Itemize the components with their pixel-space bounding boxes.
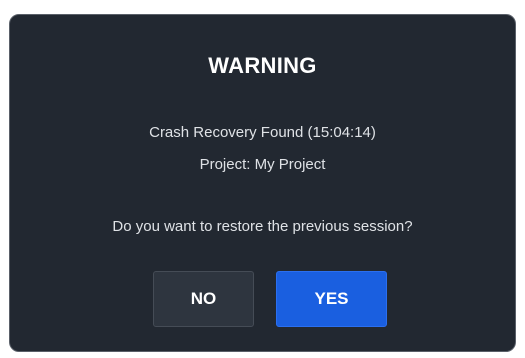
- crash-recovery-dialog: WARNING Crash Recovery Found (15:04:14) …: [9, 14, 516, 352]
- restore-question: Do you want to restore the previous sess…: [112, 218, 413, 235]
- yes-button-label: YES: [314, 289, 349, 308]
- no-button[interactable]: NO: [153, 271, 254, 327]
- no-button-label: NO: [190, 289, 217, 308]
- yes-button[interactable]: YES: [276, 271, 387, 327]
- crash-recovery-message: Crash Recovery Found (15:04:14): [149, 124, 376, 141]
- dialog-title: WARNING: [208, 53, 317, 78]
- project-name-message: Project: My Project: [199, 156, 326, 173]
